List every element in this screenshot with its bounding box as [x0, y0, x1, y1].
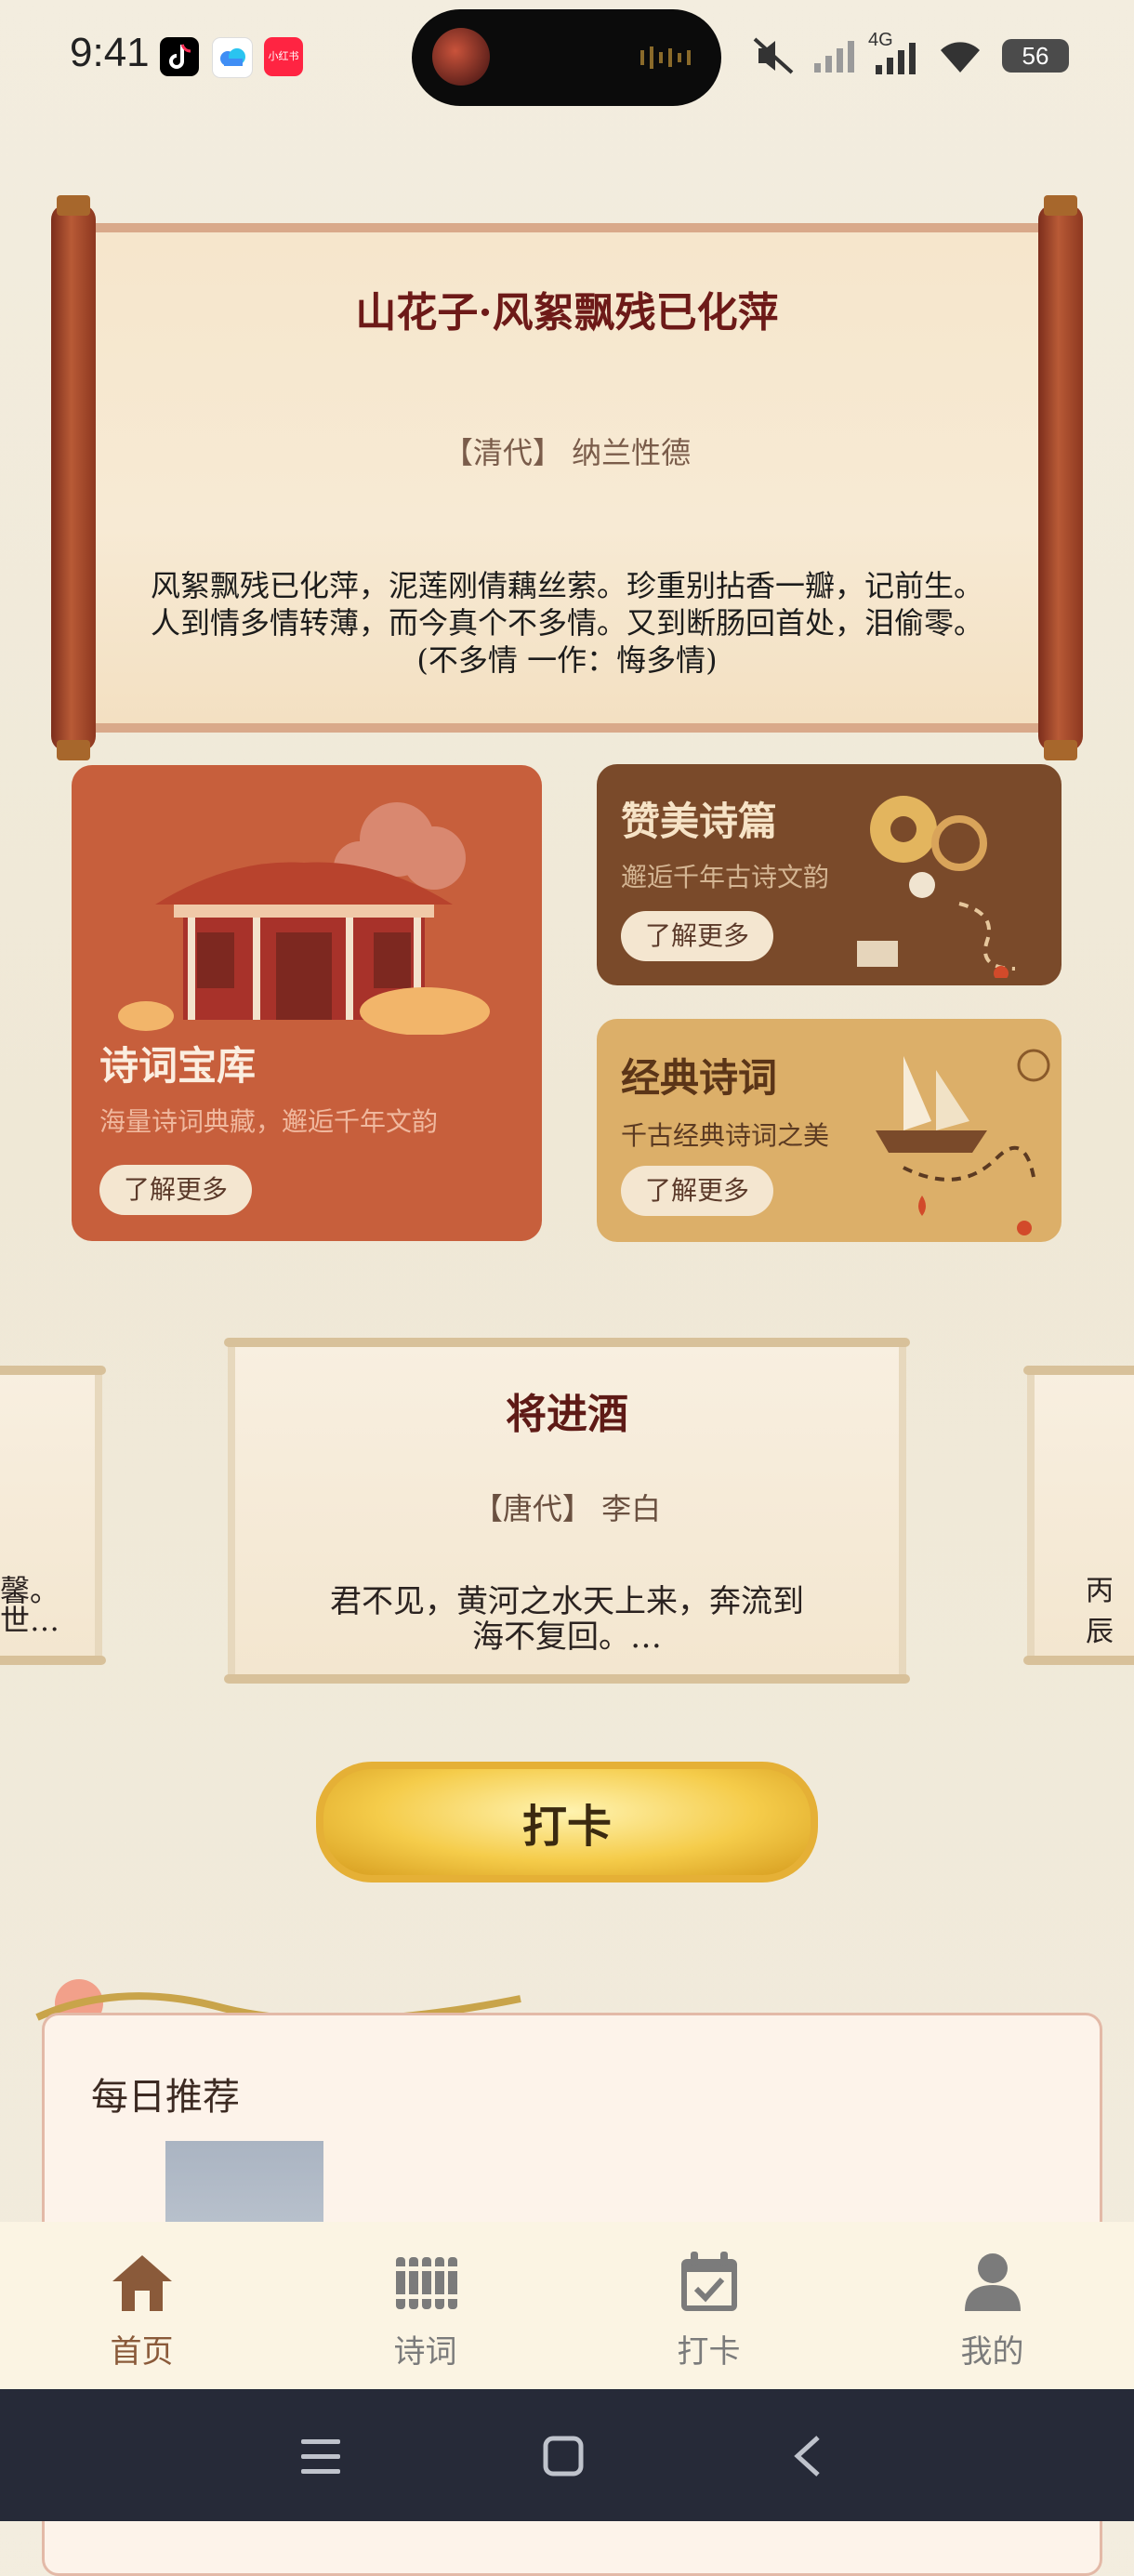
tab-label: 打卡: [677, 2333, 741, 2371]
tab-label: 诗词: [393, 2333, 457, 2371]
library-learn-more-button[interactable]: 了解更多: [99, 1165, 253, 1215]
poem-card-title: 将进酒: [506, 1391, 628, 1438]
home-icon: [112, 2255, 172, 2311]
poem-card-line: 海不复回。…: [472, 1618, 662, 1656]
temple-illustration: [118, 802, 490, 1035]
status-icons: 4G 56: [753, 28, 1106, 84]
status-bar: 9:41 小红书 4G 56: [0, 0, 1134, 112]
tab-checkin[interactable]: 打卡: [567, 2222, 850, 2389]
signal-sim1-icon: [814, 41, 854, 73]
bottom-tab-bar: 首页 诗词 打卡 我的: [0, 2222, 1134, 2389]
card-title: 经典诗词: [621, 1055, 778, 1101]
bamboo-scroll-icon: [392, 2257, 459, 2309]
poem-card-right-line: 丙辰: [1086, 1575, 1114, 1648]
tab-profile[interactable]: 我的: [850, 2222, 1134, 2389]
battery-indicator: 56: [1002, 39, 1069, 73]
user-icon: [965, 2253, 1021, 2311]
praise-poems-card[interactable]: 赞美诗篇 邂逅千年古诗文韵 了解更多: [597, 764, 1061, 985]
tab-poems[interactable]: 诗词: [284, 2222, 567, 2389]
signal-sim2-icon: [876, 43, 916, 74]
featured-poem-line: (不多情 一作：悔多情): [416, 642, 718, 678]
media-avatar: [432, 28, 490, 86]
card-subtitle: 邂逅千年古诗文韵: [621, 862, 830, 892]
classic-learn-more-button[interactable]: 了解更多: [621, 1166, 774, 1216]
ship-map-icon: [876, 1049, 1050, 1235]
cloud-icon: [212, 37, 253, 78]
gears-icon: [857, 796, 1016, 978]
tiktok-icon: [160, 37, 199, 76]
card-title: 赞美诗篇: [621, 799, 778, 844]
daily-recommend-title: 每日推荐: [91, 2076, 240, 2119]
menu-icon[interactable]: [299, 2436, 342, 2477]
dynamic-island[interactable]: [412, 9, 721, 106]
card-title: 诗词宝库: [99, 1043, 257, 1089]
tab-label: 我的: [960, 2333, 1024, 2371]
featured-poem-title: 山花子·风絮飘残已化萍: [355, 289, 779, 337]
featured-poem-author: 【清代】 纳兰性德: [442, 435, 692, 470]
tab-home[interactable]: 首页: [0, 2222, 284, 2389]
wifi-icon: [941, 42, 980, 73]
mute-icon: [753, 37, 794, 74]
audio-wave-icon: [640, 46, 691, 69]
poem-card-author: 【唐代】 李白: [472, 1491, 662, 1526]
home-square-icon[interactable]: [543, 2436, 584, 2477]
xiaohongshu-icon: 小红书: [264, 37, 303, 76]
poetry-library-card[interactable]: 诗词宝库 海量诗词典藏，邂逅千年文韵 了解更多: [72, 765, 542, 1241]
classic-poems-card[interactable]: 经典诗词 千古经典诗词之美 了解更多: [597, 1019, 1061, 1242]
calendar-check-icon: [681, 2252, 737, 2311]
status-time: 9:41: [70, 30, 150, 75]
praise-learn-more-button[interactable]: 了解更多: [621, 911, 774, 961]
card-subtitle: 海量诗词典藏，邂逅千年文韵: [99, 1106, 439, 1137]
card-subtitle: 千古经典诗词之美: [621, 1120, 830, 1151]
tab-label: 首页: [110, 2333, 174, 2371]
checkin-button[interactable]: 打卡: [316, 1762, 818, 1882]
system-navigation-bar: [0, 2389, 1134, 2521]
back-icon[interactable]: [790, 2434, 824, 2478]
